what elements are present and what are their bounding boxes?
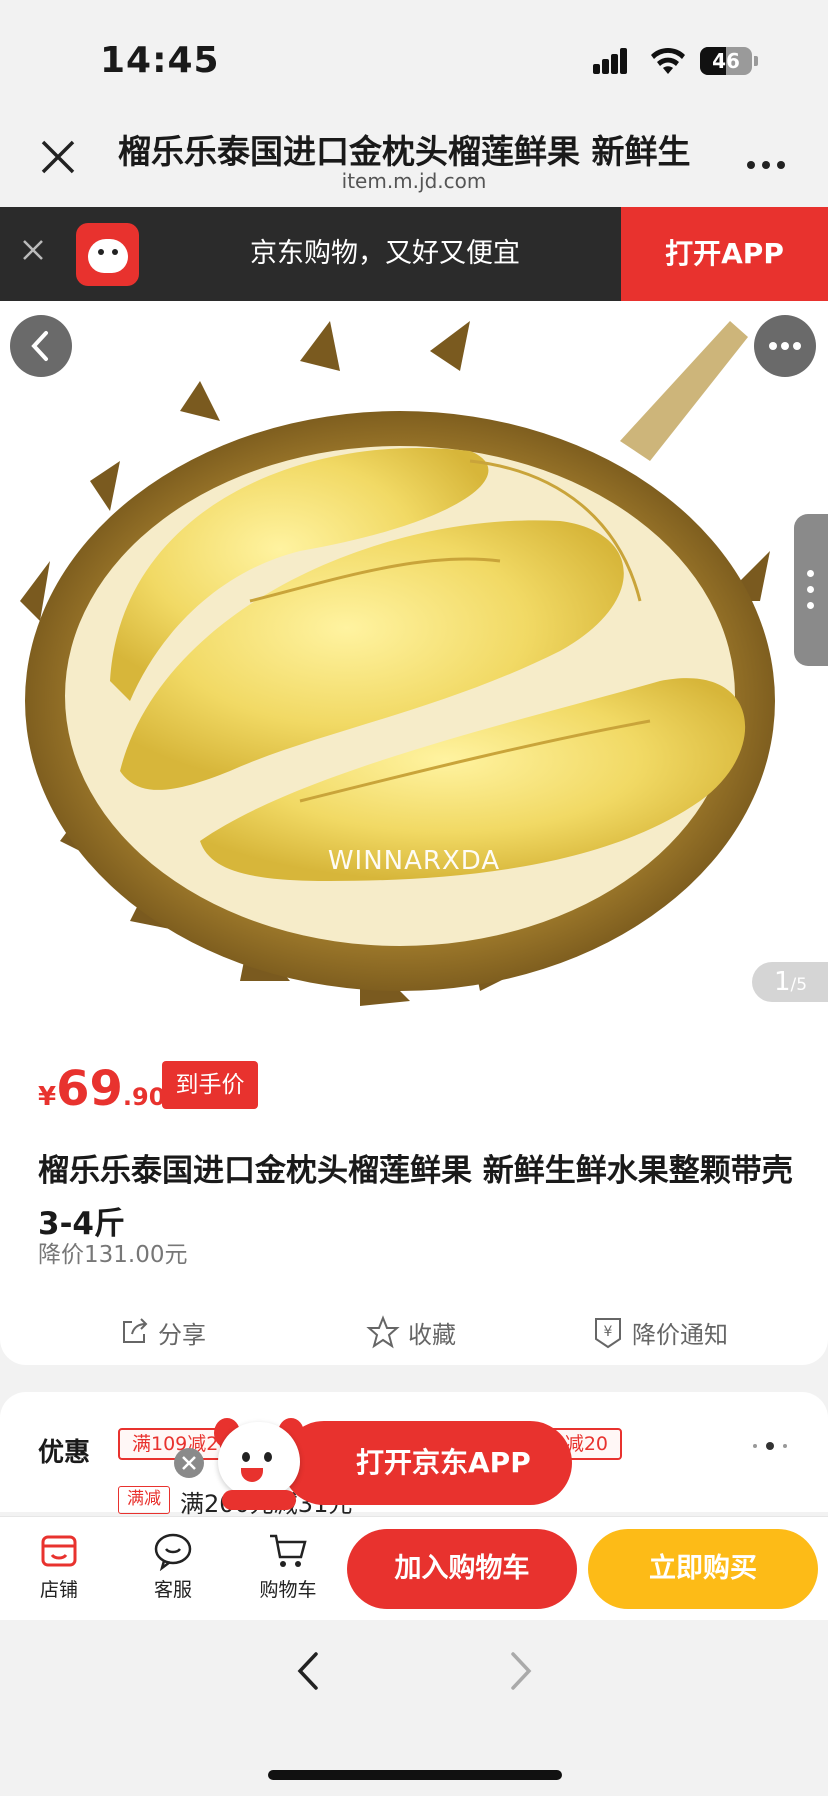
banner-slogan: 京东购物，又好又便宜: [250, 238, 520, 269]
back-circle-icon[interactable]: [10, 315, 72, 377]
image-counter-current: 1: [774, 967, 791, 997]
promotions-label: 优惠: [38, 1438, 91, 1468]
share-icon: [123, 1318, 148, 1343]
cart-icon: [243, 1527, 333, 1575]
page-url: item.m.jd.com: [341, 169, 487, 193]
jd-logo: [76, 223, 139, 286]
price-integer: 69: [56, 1061, 123, 1117]
banner-close-icon[interactable]: [22, 233, 44, 267]
cart-tab[interactable]: 购物车: [243, 1527, 333, 1602]
service-tab[interactable]: 客服: [128, 1527, 218, 1602]
price-notify-button[interactable]: ¥ 降价通知: [592, 1307, 728, 1357]
floating-close-icon[interactable]: [174, 1448, 204, 1478]
star-icon: [366, 1315, 400, 1349]
store-tab[interactable]: 店铺: [14, 1527, 104, 1602]
side-drawer-handle[interactable]: [794, 514, 828, 666]
price-drop: 降价131.00元: [38, 1242, 188, 1268]
price-tag-icon: ¥: [595, 1318, 621, 1349]
floating-open-app-button[interactable]: 打开京东APP: [282, 1421, 572, 1505]
image-watermark: WINNARXDA: [327, 846, 501, 876]
product-image-gallery[interactable]: WINNARXDA 1/5: [0, 301, 828, 1021]
battery-icon: 46: [700, 47, 758, 75]
store-label: 店铺: [39, 1579, 78, 1601]
status-time: 14:45: [100, 40, 220, 81]
nav-back-icon[interactable]: [290, 1646, 324, 1700]
durian-image: [20, 321, 775, 1006]
share-button[interactable]: 分享: [118, 1307, 206, 1357]
more-circle-icon[interactable]: [754, 315, 816, 377]
jd-mascot-icon: [208, 1418, 308, 1516]
battery-level: 46: [712, 49, 740, 73]
wifi-icon: [651, 47, 685, 74]
image-counter: 1/5: [752, 962, 828, 1002]
nav-forward-icon[interactable]: [505, 1646, 539, 1700]
favorite-button[interactable]: 收藏: [366, 1307, 456, 1357]
price-symbol: ¥: [38, 1082, 57, 1112]
buy-now-button[interactable]: 立即购买: [588, 1529, 818, 1609]
full-reduction-badge: 满减: [118, 1486, 170, 1514]
store-icon: [14, 1527, 104, 1575]
more-dots-icon[interactable]: [750, 1428, 790, 1458]
status-bar: 14:45 46: [0, 0, 828, 115]
product-actions: 分享 收藏 ¥ 降价通知: [0, 1307, 828, 1357]
price: ¥69.90: [38, 1061, 165, 1117]
price-notify-label: 降价通知: [632, 1320, 728, 1349]
bottom-action-bar: 店铺 客服 购物车 加入购物车 立即购买: [0, 1516, 828, 1620]
page-title: 榴乐乐泰国进口金枕头榴莲鲜果 新鲜生: [118, 132, 691, 171]
add-to-cart-button[interactable]: 加入购物车: [347, 1529, 577, 1609]
chat-icon: [128, 1527, 218, 1575]
service-label: 客服: [153, 1579, 192, 1601]
product-info-card: ¥69.90 到手价 榴乐乐泰国进口金枕头榴莲鲜果 新鲜生鲜水果整颗带壳 3-4…: [0, 1021, 828, 1365]
more-icon[interactable]: [746, 143, 786, 178]
cart-label: 购物车: [259, 1579, 317, 1601]
open-app-button[interactable]: 打开APP: [621, 207, 828, 301]
browser-header: 榴乐乐泰国进口金枕头榴莲鲜果 新鲜生 item.m.jd.com: [0, 115, 828, 207]
share-label: 分享: [158, 1320, 206, 1349]
image-counter-total: /5: [790, 975, 808, 995]
svg-text:¥: ¥: [604, 1324, 613, 1340]
price-decimal: .90: [122, 1083, 166, 1111]
page-root: 14:45 46 榴乐乐泰国进口金枕头榴莲鲜果 新鲜生 item.m.jd.co…: [0, 0, 828, 1796]
final-price-tag: 到手价: [162, 1061, 258, 1109]
app-download-banner: 京东购物，又好又便宜 打开APP: [0, 207, 828, 301]
favorite-label: 收藏: [408, 1320, 456, 1349]
home-indicator: [268, 1770, 562, 1780]
cellular-signal-icon: [593, 48, 635, 74]
browser-nav: [0, 1620, 828, 1796]
